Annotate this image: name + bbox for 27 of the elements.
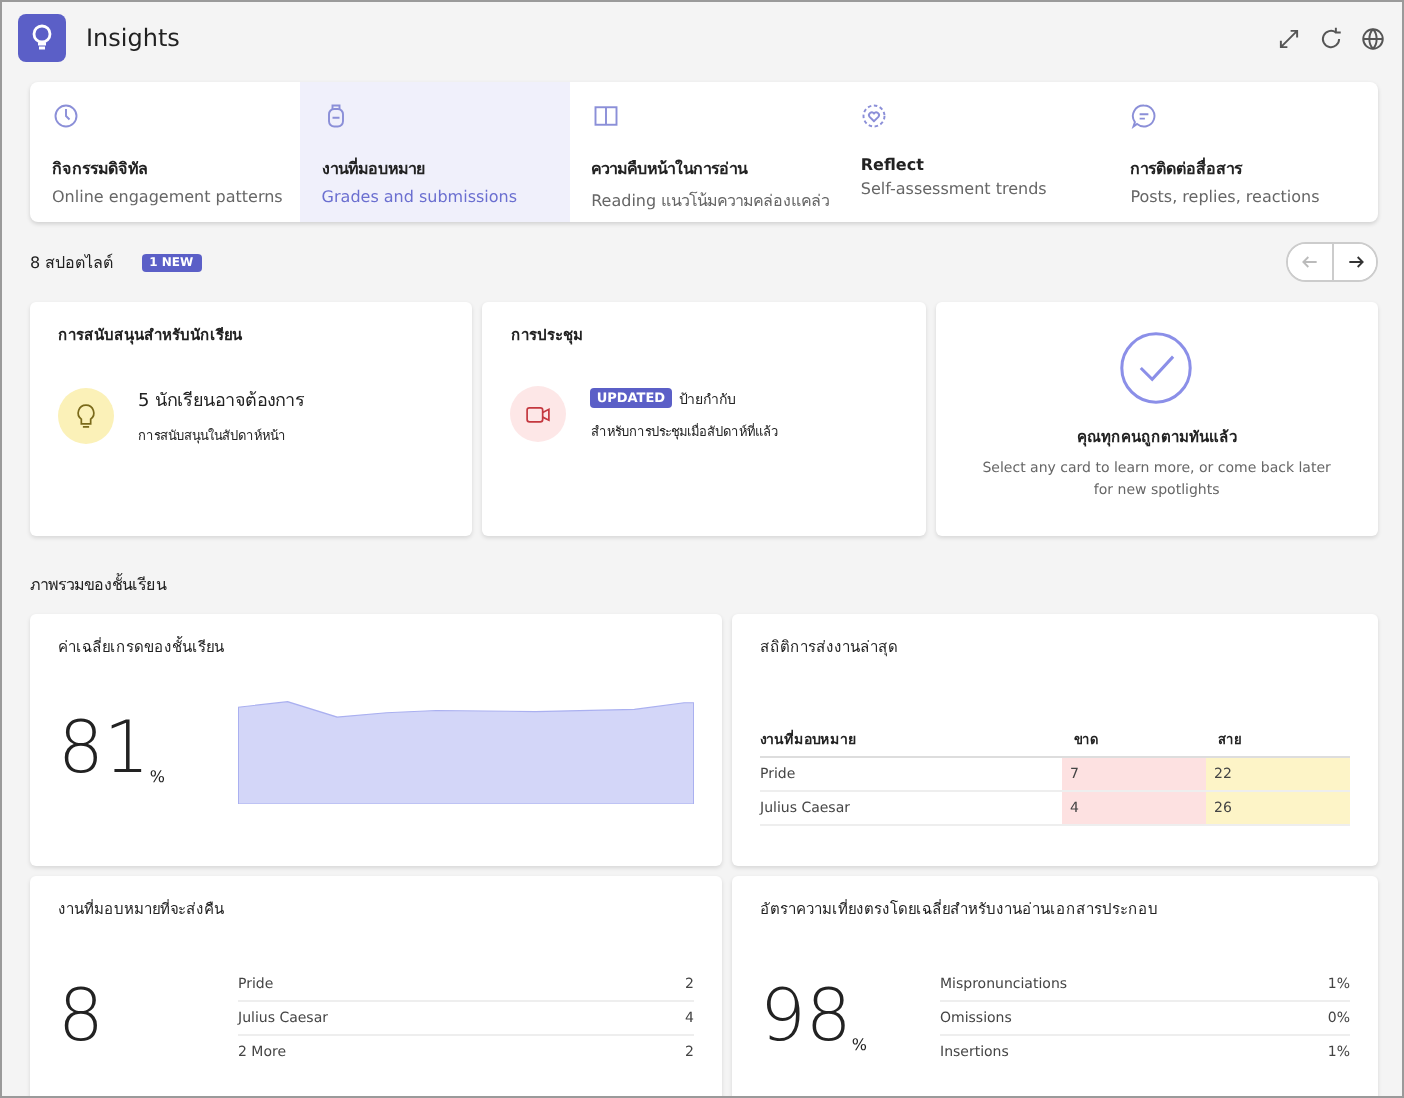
accuracy-value: 98 xyxy=(760,982,852,1054)
video-camera-icon xyxy=(510,386,567,442)
clock-icon xyxy=(52,102,80,130)
percent-unit: % xyxy=(149,767,165,785)
check-icon xyxy=(1118,330,1195,406)
grade-value: 81 xyxy=(58,713,150,785)
card-headline: 5 นักเรียนอาจต้องการ xyxy=(138,389,306,414)
category-tab[interactable]: Reflect Self-assessment trends xyxy=(838,82,1109,222)
book-icon xyxy=(591,102,620,130)
app-logo-icon xyxy=(18,14,66,62)
lightbulb-icon xyxy=(58,388,114,444)
chat-icon xyxy=(1130,102,1159,130)
arrow-right-icon xyxy=(1345,252,1365,272)
arrow-left-icon xyxy=(1300,252,1320,272)
percent-unit: % xyxy=(851,1036,867,1054)
returns-value: 8 xyxy=(58,982,104,1054)
category-tab[interactable]: การติดต่อสื่อสาร Posts, replies, reactions xyxy=(1108,82,1378,222)
refresh-icon[interactable] xyxy=(1318,25,1344,51)
spotlight-count: 8 สปอตไลต์ xyxy=(30,251,114,275)
next-button[interactable] xyxy=(1332,244,1376,280)
category-tab[interactable]: งานที่มอบหมาย Grades and submissions xyxy=(299,82,570,222)
category-tab[interactable]: กิจกรรมดิจิทัล Online engagement patterns xyxy=(30,82,300,222)
globe-icon[interactable] xyxy=(1360,25,1386,51)
app-title: Insights xyxy=(86,24,180,52)
category-tab[interactable]: ความคืบหน้าในการอ่าน Reading แนวโน้มความคล่องแคล่ว xyxy=(569,82,839,222)
expand-icon[interactable] xyxy=(1276,25,1302,51)
section-title: ภาพรวมของชั้นเรียน xyxy=(30,572,169,598)
